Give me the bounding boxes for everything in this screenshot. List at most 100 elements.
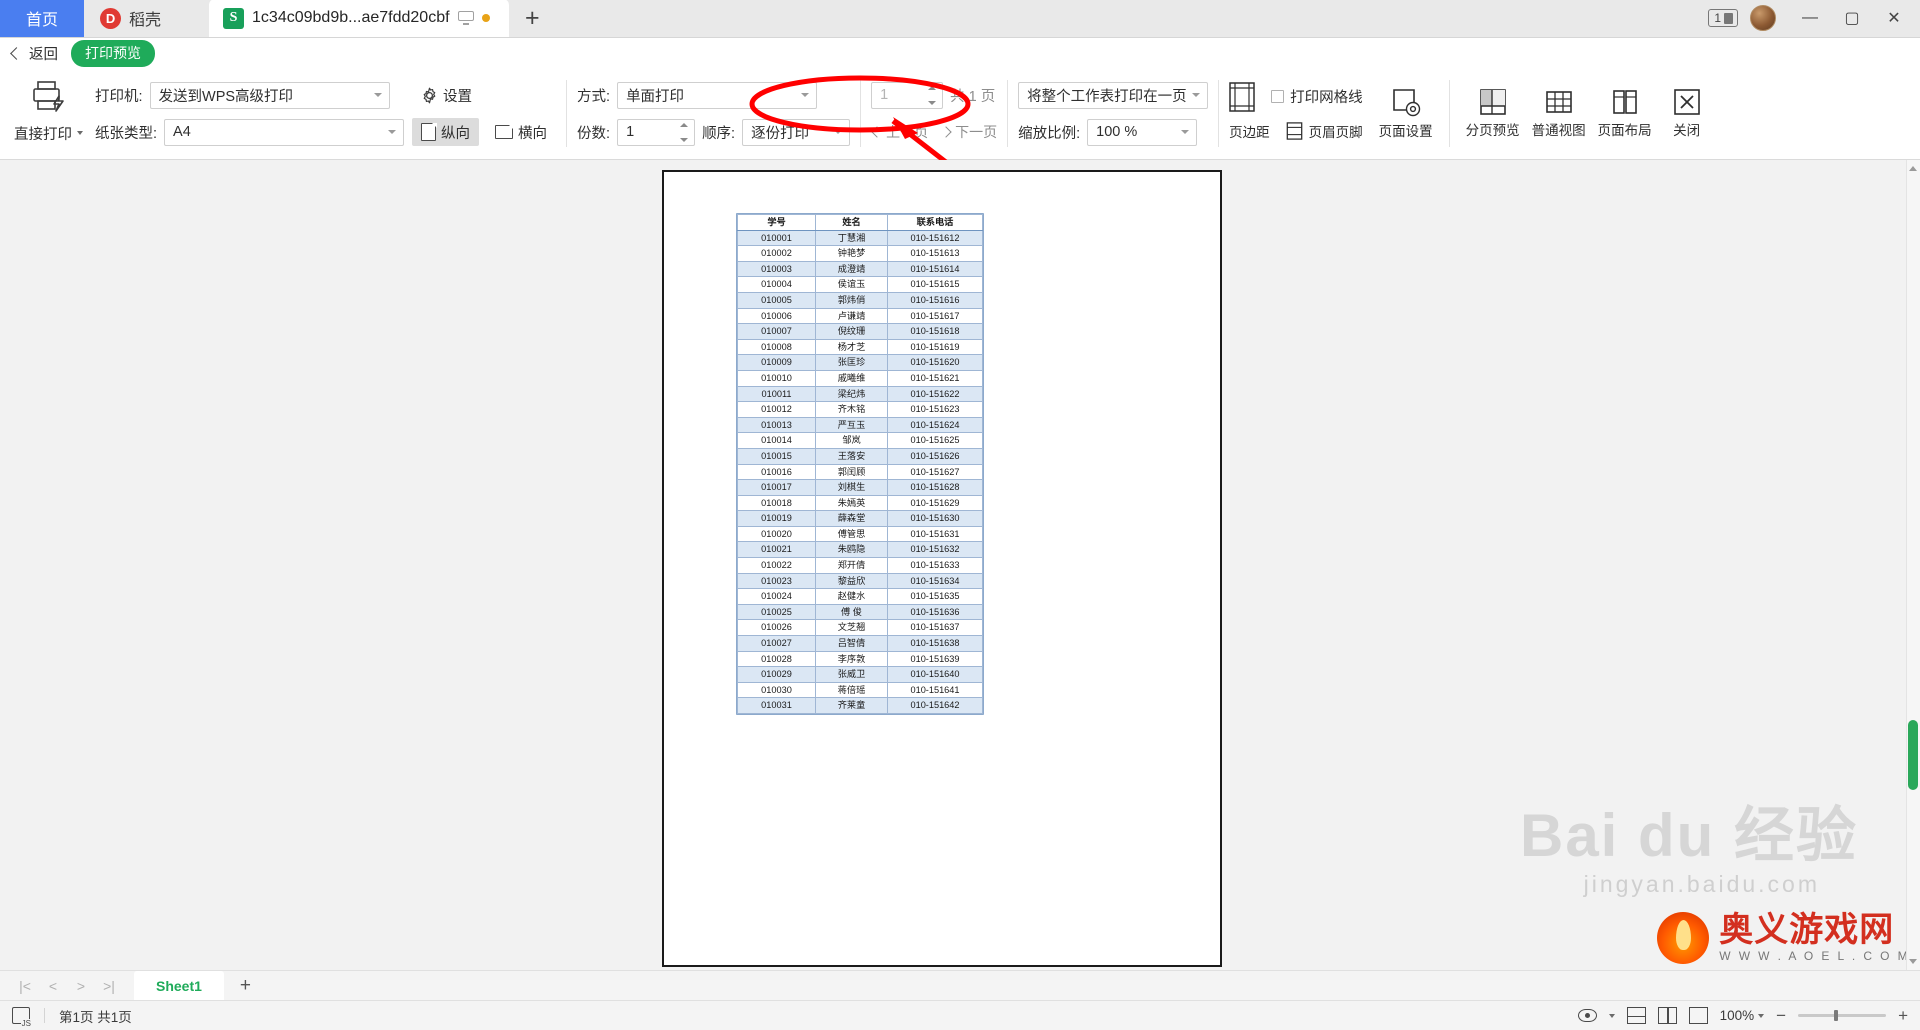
printer-select[interactable]: 发送到WPS高级打印 <box>149 81 390 109</box>
table-cell-phone: 010-151617 <box>887 307 983 325</box>
table-cell-phone: 010-151639 <box>887 650 983 668</box>
fit-to-page-value: 将整个工作表打印在一页 <box>1027 88 1187 105</box>
scaling-group: 将整个工作表打印在一页 缩放比例: 100 % <box>1018 68 1209 159</box>
sheet-tab-sheet1[interactable]: Sheet1 <box>134 970 224 1001</box>
order-select[interactable]: 逐份打印 <box>742 118 851 146</box>
next-sheet-button[interactable]: > <box>68 973 94 999</box>
vertical-scroll-thumb[interactable] <box>1908 720 1918 790</box>
scroll-up-icon[interactable] <box>1909 166 1917 171</box>
prev-page-button[interactable]: 上一页 <box>871 122 929 142</box>
table-cell-name: 郑开倩 <box>815 557 888 574</box>
print-gridlines-checkbox[interactable]: 打印网格线 <box>1271 86 1363 107</box>
tab-home[interactable]: 首页 <box>0 0 85 37</box>
table-row: 010009 张匡珍 010-151620 <box>737 354 983 371</box>
prev-sheet-button[interactable]: < <box>40 973 66 999</box>
page-break-preview-button[interactable]: 分页预览 <box>1460 68 1526 159</box>
orientation-landscape-button[interactable]: 横向 <box>486 118 556 146</box>
table-cell-id: 010012 <box>737 401 816 418</box>
tab-document[interactable]: S 1c34c09bd9b...ae7fdd20cbf <box>209 0 510 37</box>
table-cell-phone: 010-151628 <box>887 479 983 496</box>
table-cell-id: 010022 <box>737 557 816 574</box>
chevron-down-icon <box>1192 93 1201 97</box>
page-layout-label: 页面布局 <box>1597 123 1652 138</box>
new-tab-button[interactable]: + <box>509 0 556 37</box>
method-select[interactable]: 单面打印 <box>617 81 818 109</box>
page-number-input[interactable]: 1 <box>871 81 944 109</box>
fit-to-page-select[interactable]: 将整个工作表打印在一页 <box>1018 81 1209 109</box>
prev-page-label: 上一页 <box>886 124 929 140</box>
table-cell-id: 010019 <box>737 510 816 527</box>
page-margin-label[interactable]: 页边距 <box>1229 121 1270 141</box>
zoom-level-display[interactable]: 100% <box>1720 1008 1765 1023</box>
zoom-slider-knob[interactable] <box>1834 1010 1839 1021</box>
table-cell-name: 李序敦 <box>815 650 888 668</box>
table-cell-name: 蒋倍瑶 <box>815 681 888 699</box>
maximize-button[interactable]: ▢ <box>1832 0 1872 37</box>
zoom-caret-icon[interactable] <box>1758 1013 1765 1018</box>
table-cell-phone: 010-151632 <box>887 541 983 559</box>
print-preview-mode-pill: 打印预览 <box>71 39 155 67</box>
direct-print-caret-icon <box>77 131 83 135</box>
direct-print-button[interactable]: 直接打印 <box>14 119 83 147</box>
normal-view-button[interactable]: 普通视图 <box>1526 68 1592 159</box>
monitor-icon[interactable] <box>457 11 474 25</box>
zoom-in-button[interactable]: + <box>1898 1007 1908 1024</box>
preview-sheet-table: 学号 姓名 联系电话 010001 丁慧湘 010-151612 010002 钟艳梦 0… <box>737 214 983 714</box>
method-value: 单面打印 <box>626 88 685 105</box>
page-layout-button[interactable]: 页面布局 <box>1592 68 1658 159</box>
chevron-down-icon <box>373 93 382 97</box>
scroll-down-icon[interactable] <box>1909 959 1917 964</box>
table-cell-name: 朱嫣英 <box>815 494 888 512</box>
last-sheet-button[interactable]: >| <box>96 973 122 999</box>
user-avatar[interactable] <box>1750 5 1776 31</box>
header-footer-button[interactable]: 页眉页脚 <box>1286 121 1363 141</box>
minimize-button[interactable]: — <box>1790 0 1830 37</box>
first-sheet-button[interactable]: |< <box>12 973 38 999</box>
table-cell-name: 梁纪炜 <box>815 385 888 403</box>
table-cell-name: 丁慧湘 <box>815 229 888 247</box>
session-badge-icon <box>1724 12 1733 24</box>
table-cell-name: 王落安 <box>815 447 888 465</box>
next-page-label: 下一页 <box>955 124 998 140</box>
table-cell-phone: 010-151642 <box>887 697 983 714</box>
table-row: 010020 傅管思 010-151631 <box>737 525 983 543</box>
table-cell-name: 郭闰顾 <box>815 463 888 481</box>
add-sheet-button[interactable]: + <box>226 975 265 997</box>
table-row: 010008 杨才芝 010-151619 <box>737 338 983 356</box>
page-layout-status-icon[interactable] <box>1657 1007 1677 1024</box>
close-preview-button[interactable]: 关闭 <box>1658 68 1716 159</box>
table-row: 010024 赵健水 010-151635 <box>737 588 983 605</box>
table-cell-id: 010015 <box>737 447 816 465</box>
copies-stepper[interactable]: 1 <box>617 118 696 146</box>
close-window-button[interactable]: ✕ <box>1874 0 1914 37</box>
table-cell-phone: 010-151629 <box>887 494 983 512</box>
table-row: 010018 朱嫣英 010-151629 <box>737 494 983 512</box>
table-row: 010026 文芝翘 010-151637 <box>737 619 983 637</box>
table-cell-name: 薛森堂 <box>815 510 888 527</box>
tab-daoke[interactable]: D 稻壳 <box>84 0 210 37</box>
eye-protection-icon[interactable] <box>1577 1009 1597 1022</box>
normal-view-status-icon[interactable] <box>1626 1007 1646 1024</box>
next-page-button[interactable]: 下一页 <box>940 122 998 142</box>
vertical-scrollbar[interactable] <box>1906 160 1920 970</box>
orientation-portrait-button[interactable]: 纵向 <box>412 118 480 146</box>
settings-button[interactable]: 设置 <box>412 81 481 109</box>
back-button-label[interactable]: 返回 <box>29 43 58 64</box>
page-stepper-arrows-icon[interactable] <box>928 85 937 105</box>
eye-options-caret-icon[interactable] <box>1608 1013 1615 1018</box>
print-gridlines-label: 打印网格线 <box>1290 90 1363 106</box>
zoom-out-button[interactable]: − <box>1776 1007 1786 1024</box>
back-chevron-icon[interactable] <box>10 46 23 60</box>
zoom-slider[interactable] <box>1798 1010 1887 1021</box>
page-break-status-icon[interactable] <box>1688 1007 1708 1024</box>
page-setup-button[interactable]: 页面设置 <box>1373 68 1439 159</box>
preview-work-area[interactable]: 学号 姓名 联系电话 010001 丁慧湘 010-151612 010002 钟艳梦 0… <box>0 160 1920 970</box>
session-badge[interactable]: 1 <box>1708 9 1738 27</box>
paper-type-select[interactable]: A4 <box>164 118 405 146</box>
stepper-arrows-icon[interactable] <box>680 122 689 142</box>
tab-daoke-label: 稻壳 <box>129 12 162 29</box>
checkbox-box-icon[interactable] <box>1271 90 1285 103</box>
js-macro-icon[interactable] <box>12 1007 32 1028</box>
scale-select[interactable]: 100 % <box>1087 118 1198 146</box>
table-cell-id: 010003 <box>737 260 816 278</box>
